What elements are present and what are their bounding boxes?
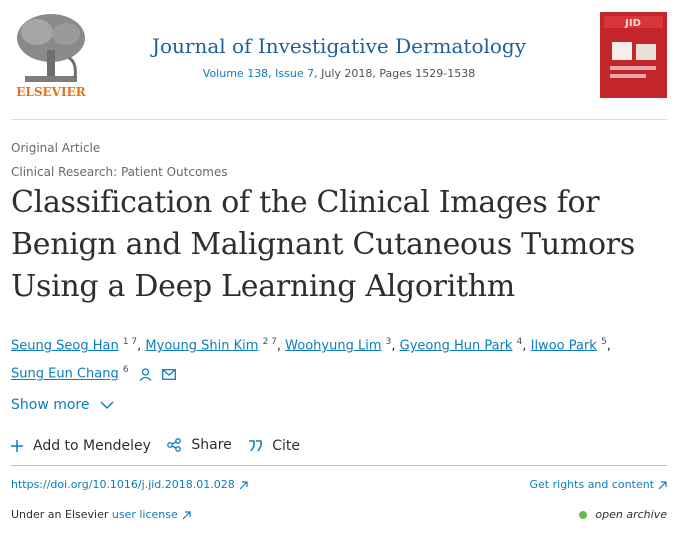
- volume-issue-link[interactable]: Volume 138, Issue 7: [203, 67, 314, 80]
- author-link[interactable]: Seung Seog Han: [11, 338, 119, 353]
- journal-meta: Volume 138, Issue 7, July 2018, Pages 15…: [111, 67, 567, 80]
- affiliation-marker[interactable]: 2 7: [263, 337, 277, 347]
- affiliation-marker[interactable]: 1 7: [123, 337, 137, 347]
- license-prefix: Under an Elsevier: [11, 508, 109, 521]
- rights-link[interactable]: Get rights and content: [530, 478, 667, 491]
- author-link[interactable]: Ilwoo Park: [531, 338, 597, 353]
- author-link[interactable]: Sung Eun Chang: [11, 367, 119, 382]
- external-link-icon: [239, 480, 248, 489]
- affiliation-marker[interactable]: 5: [601, 337, 607, 347]
- cover-jid-label: JID: [624, 18, 641, 29]
- article-title: Classification of the Clinical Images fo…: [11, 185, 635, 304]
- email-icon[interactable]: [161, 368, 176, 380]
- open-archive-badge: open archive: [579, 508, 667, 521]
- doi-link[interactable]: https://doi.org/10.1016/j.jid.2018.01.02…: [11, 478, 248, 491]
- external-link-icon: [182, 510, 191, 519]
- affiliation-marker[interactable]: 4: [517, 337, 523, 347]
- share-icon: [167, 438, 182, 452]
- affiliation-marker[interactable]: 3: [386, 337, 392, 347]
- share-label: Share: [191, 437, 232, 453]
- article-type: Original Article: [11, 141, 101, 155]
- article-section[interactable]: Clinical Research: Patient Outcomes: [11, 165, 228, 179]
- rights-text: Get rights and content: [529, 478, 654, 491]
- add-to-mendeley-button[interactable]: Add to Mendeley: [11, 438, 151, 454]
- quote-icon: [249, 440, 262, 452]
- journal-cover-thumbnail[interactable]: JID: [600, 12, 667, 98]
- author-link[interactable]: Gyeong Hun Park: [400, 338, 513, 353]
- journal-title[interactable]: Journal of Investigative Dermatology: [111, 34, 567, 58]
- cite-label: Cite: [272, 438, 301, 454]
- open-access-dot: [579, 510, 588, 519]
- author-link[interactable]: Woohyung Lim: [285, 338, 381, 353]
- elsevier-logo[interactable]: ELSEVIER: [11, 10, 91, 100]
- affiliation-marker[interactable]: 6: [123, 365, 129, 375]
- mendeley-label: Add to Mendeley: [33, 438, 151, 454]
- license-statement: Under an Elsevier user license: [11, 508, 191, 521]
- date-pages: , July 2018, Pages 1529-1538: [314, 67, 476, 80]
- chevron-down-icon: [100, 400, 114, 409]
- plus-icon: [11, 440, 23, 452]
- person-icon[interactable]: [139, 368, 152, 381]
- author-link[interactable]: Myoung Shin Kim: [145, 338, 258, 353]
- user-license-text: user license: [111, 508, 178, 521]
- external-link-icon: [658, 480, 667, 489]
- share-button[interactable]: Share: [167, 437, 232, 453]
- elsevier-wordmark: ELSEVIER: [16, 85, 86, 99]
- doi-text: https://doi.org/10.1016/j.jid.2018.01.02…: [11, 478, 235, 491]
- journal-header: ELSEVIER Journal of Investigative Dermat…: [11, 10, 667, 120]
- show-more-button[interactable]: Show more: [11, 397, 114, 413]
- open-archive-label: open archive: [595, 508, 667, 521]
- user-license-link[interactable]: user license: [112, 508, 191, 521]
- show-more-label: Show more: [11, 397, 90, 413]
- cite-button[interactable]: Cite: [248, 438, 300, 454]
- article-actions: Add to Mendeley Share Cite: [11, 437, 312, 456]
- divider: [11, 465, 667, 466]
- author-list: Seung Seog Han 1 7, Myoung Shin Kim 2 7,…: [11, 337, 611, 382]
